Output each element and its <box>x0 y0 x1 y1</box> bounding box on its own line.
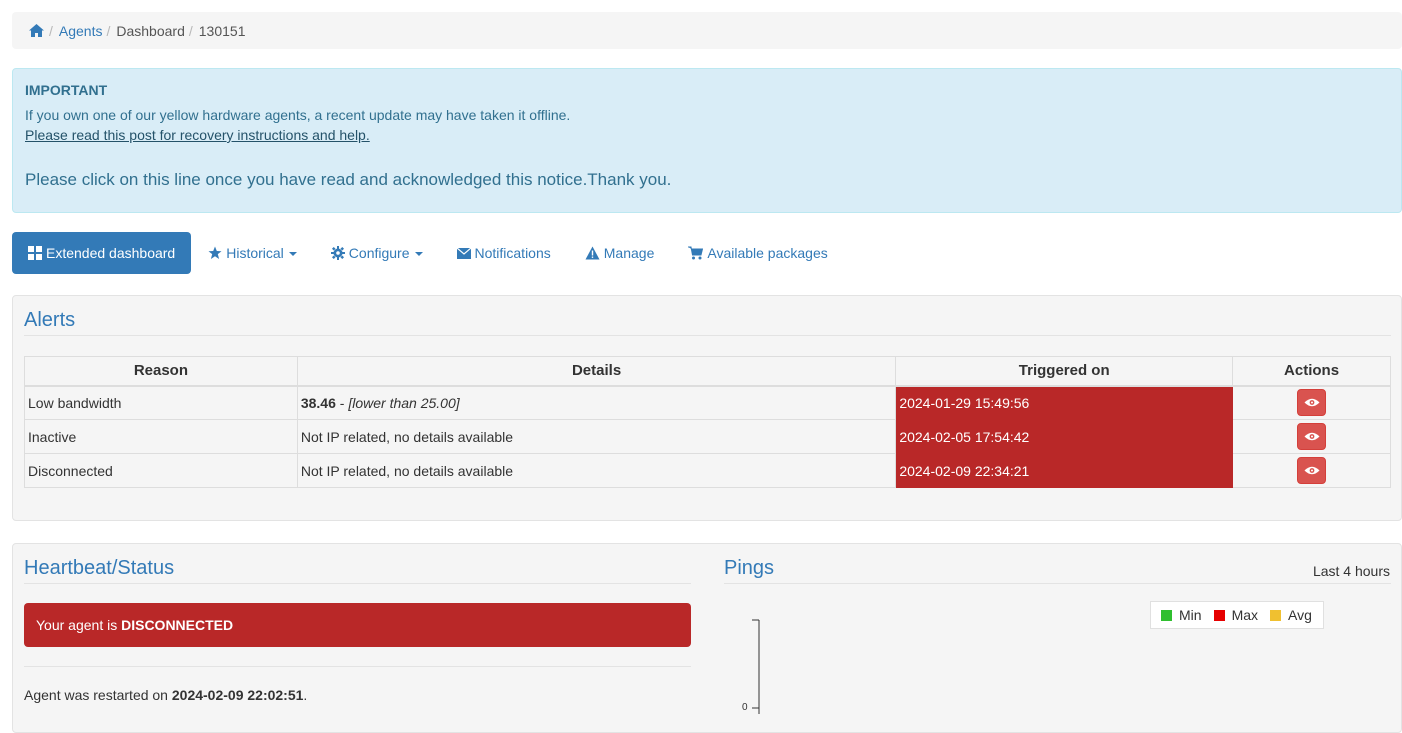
eye-icon <box>1304 399 1320 407</box>
restart-datetime: 2024-02-09 22:02:51 <box>171 687 304 703</box>
heartbeat-title: Heartbeat/Status <box>24 557 175 579</box>
envelope-icon <box>456 247 471 259</box>
column-header-reason[interactable]: Reason <box>24 356 298 387</box>
legend-label-avg: Avg <box>1288 607 1312 623</box>
detail-note: [lower than 25.00] <box>348 394 460 411</box>
caret-down-icon <box>414 252 423 256</box>
alert-details: 38.46 - [lower than 25.00] <box>296 385 897 420</box>
pings-title: Pings <box>724 557 775 579</box>
alerts-table: Reason Details Triggered on Actions Low … <box>24 356 1391 488</box>
star-icon <box>208 246 222 259</box>
detail-separator: - <box>335 394 349 411</box>
legend-swatch-avg <box>1270 609 1282 621</box>
alert-reason: Disconnected <box>24 453 298 488</box>
notice-acknowledge-line[interactable]: Please click on this line once you have … <box>25 170 1389 190</box>
breadcrumb-separator: / <box>106 22 111 39</box>
alert-details: Not IP related, no details available <box>296 453 897 488</box>
divider <box>24 335 1391 336</box>
restart-prefix: Agent was restarted on <box>24 687 172 703</box>
alerts-title: Alerts <box>24 309 76 331</box>
view-alert-button[interactable] <box>1297 423 1327 450</box>
table-row: Low bandwidth 38.46 - [lower than 25.00]… <box>24 385 1391 420</box>
alert-reason: Inactive <box>24 419 298 454</box>
configure-dropdown[interactable]: Configure <box>314 232 440 274</box>
status-panel: Heartbeat/Status Your agent is DISCONNEC… <box>12 543 1402 733</box>
breadcrumb-separator: / <box>49 22 53 39</box>
breadcrumb-separator: / <box>188 22 193 39</box>
alert-triggered-on: 2024-02-09 22:34:21 <box>895 453 1234 488</box>
pings-range: Last 4 hours <box>1312 563 1390 579</box>
alert-details: Not IP related, no details available <box>296 419 897 454</box>
historical-dropdown[interactable]: Historical <box>191 232 314 274</box>
divider <box>724 583 1391 584</box>
warning-icon <box>585 246 600 260</box>
column-header-triggered[interactable]: Triggered on <box>895 356 1234 387</box>
agent-status-alert: Your agent is DISCONNECTED <box>24 603 691 647</box>
manage-label: Manage <box>603 245 655 261</box>
legend-avg[interactable]: Avg <box>1270 607 1312 623</box>
legend-swatch-max <box>1213 609 1225 621</box>
status-value: DISCONNECTED <box>121 617 234 633</box>
detail-note: Not IP related, no details available <box>300 428 514 445</box>
extended-dashboard-button[interactable]: Extended dashboard <box>12 232 192 274</box>
pings-chart-axis <box>752 619 760 714</box>
divider <box>24 666 691 667</box>
notifications-link[interactable]: Notifications <box>440 232 568 274</box>
caret-down-icon <box>288 252 297 256</box>
detail-value: 38.46 <box>300 394 336 411</box>
alert-actions <box>1232 419 1391 454</box>
home-icon[interactable] <box>28 23 45 38</box>
alert-triggered-on: 2024-01-29 15:49:56 <box>895 385 1234 420</box>
legend-min[interactable]: Min <box>1161 607 1202 623</box>
notice-recovery-link[interactable]: Please read this post for recovery instr… <box>25 127 1389 143</box>
detail-note: Not IP related, no details available <box>300 462 514 479</box>
divider <box>24 583 691 584</box>
cart-icon <box>688 246 704 260</box>
eye-icon <box>1304 432 1320 441</box>
chart-legend: Min Max Avg <box>1150 601 1324 629</box>
manage-link[interactable]: Manage <box>568 232 672 274</box>
eye-icon <box>1304 466 1320 475</box>
notifications-label: Notifications <box>474 245 551 261</box>
grid-icon <box>28 246 42 260</box>
legend-label-max: Max <box>1231 607 1259 623</box>
alerts-panel: Alerts Reason Details Triggered on Actio… <box>12 295 1402 521</box>
important-notice: IMPORTANT If you own one of our yellow h… <box>12 68 1402 213</box>
breadcrumb-agents[interactable]: Agents <box>59 23 103 39</box>
notice-title: IMPORTANT <box>25 82 108 98</box>
status-prefix: Your agent is <box>36 617 122 633</box>
alert-reason: Low bandwidth <box>24 385 298 420</box>
breadcrumb: / Agents / Dashboard / 130151 <box>12 12 1402 49</box>
view-alert-button[interactable] <box>1297 389 1327 417</box>
available-packages-link[interactable]: Available packages <box>671 232 844 274</box>
historical-label: Historical <box>226 245 284 261</box>
restart-suffix: . <box>303 687 308 703</box>
view-alert-button[interactable] <box>1297 457 1327 484</box>
breadcrumb-dashboard: Dashboard <box>116 22 185 39</box>
available-packages-label: Available packages <box>707 245 828 261</box>
alert-actions <box>1232 453 1391 488</box>
table-row: Inactive Not IP related, no details avai… <box>24 419 1391 454</box>
alert-actions <box>1232 385 1391 420</box>
notice-text: If you own one of our yellow hardware ag… <box>25 107 571 123</box>
column-header-details[interactable]: Details <box>296 356 897 387</box>
restart-info: Agent was restarted on 2024-02-09 22:02:… <box>24 687 307 703</box>
legend-label-min: Min <box>1179 607 1202 623</box>
extended-dashboard-label: Extended dashboard <box>46 245 176 261</box>
column-header-actions[interactable]: Actions <box>1232 356 1391 387</box>
table-row: Disconnected Not IP related, no details … <box>24 453 1391 488</box>
y-axis-tick-label: 0 <box>742 702 748 713</box>
breadcrumb-agent-id: 130151 <box>198 22 246 39</box>
dashboard-nav: Extended dashboard Historical Configure … <box>12 232 845 274</box>
configure-label: Configure <box>348 245 410 261</box>
alert-triggered-on: 2024-02-05 17:54:42 <box>895 419 1234 454</box>
legend-max[interactable]: Max <box>1213 607 1259 623</box>
legend-swatch-min <box>1161 609 1172 621</box>
gear-icon <box>330 246 345 260</box>
